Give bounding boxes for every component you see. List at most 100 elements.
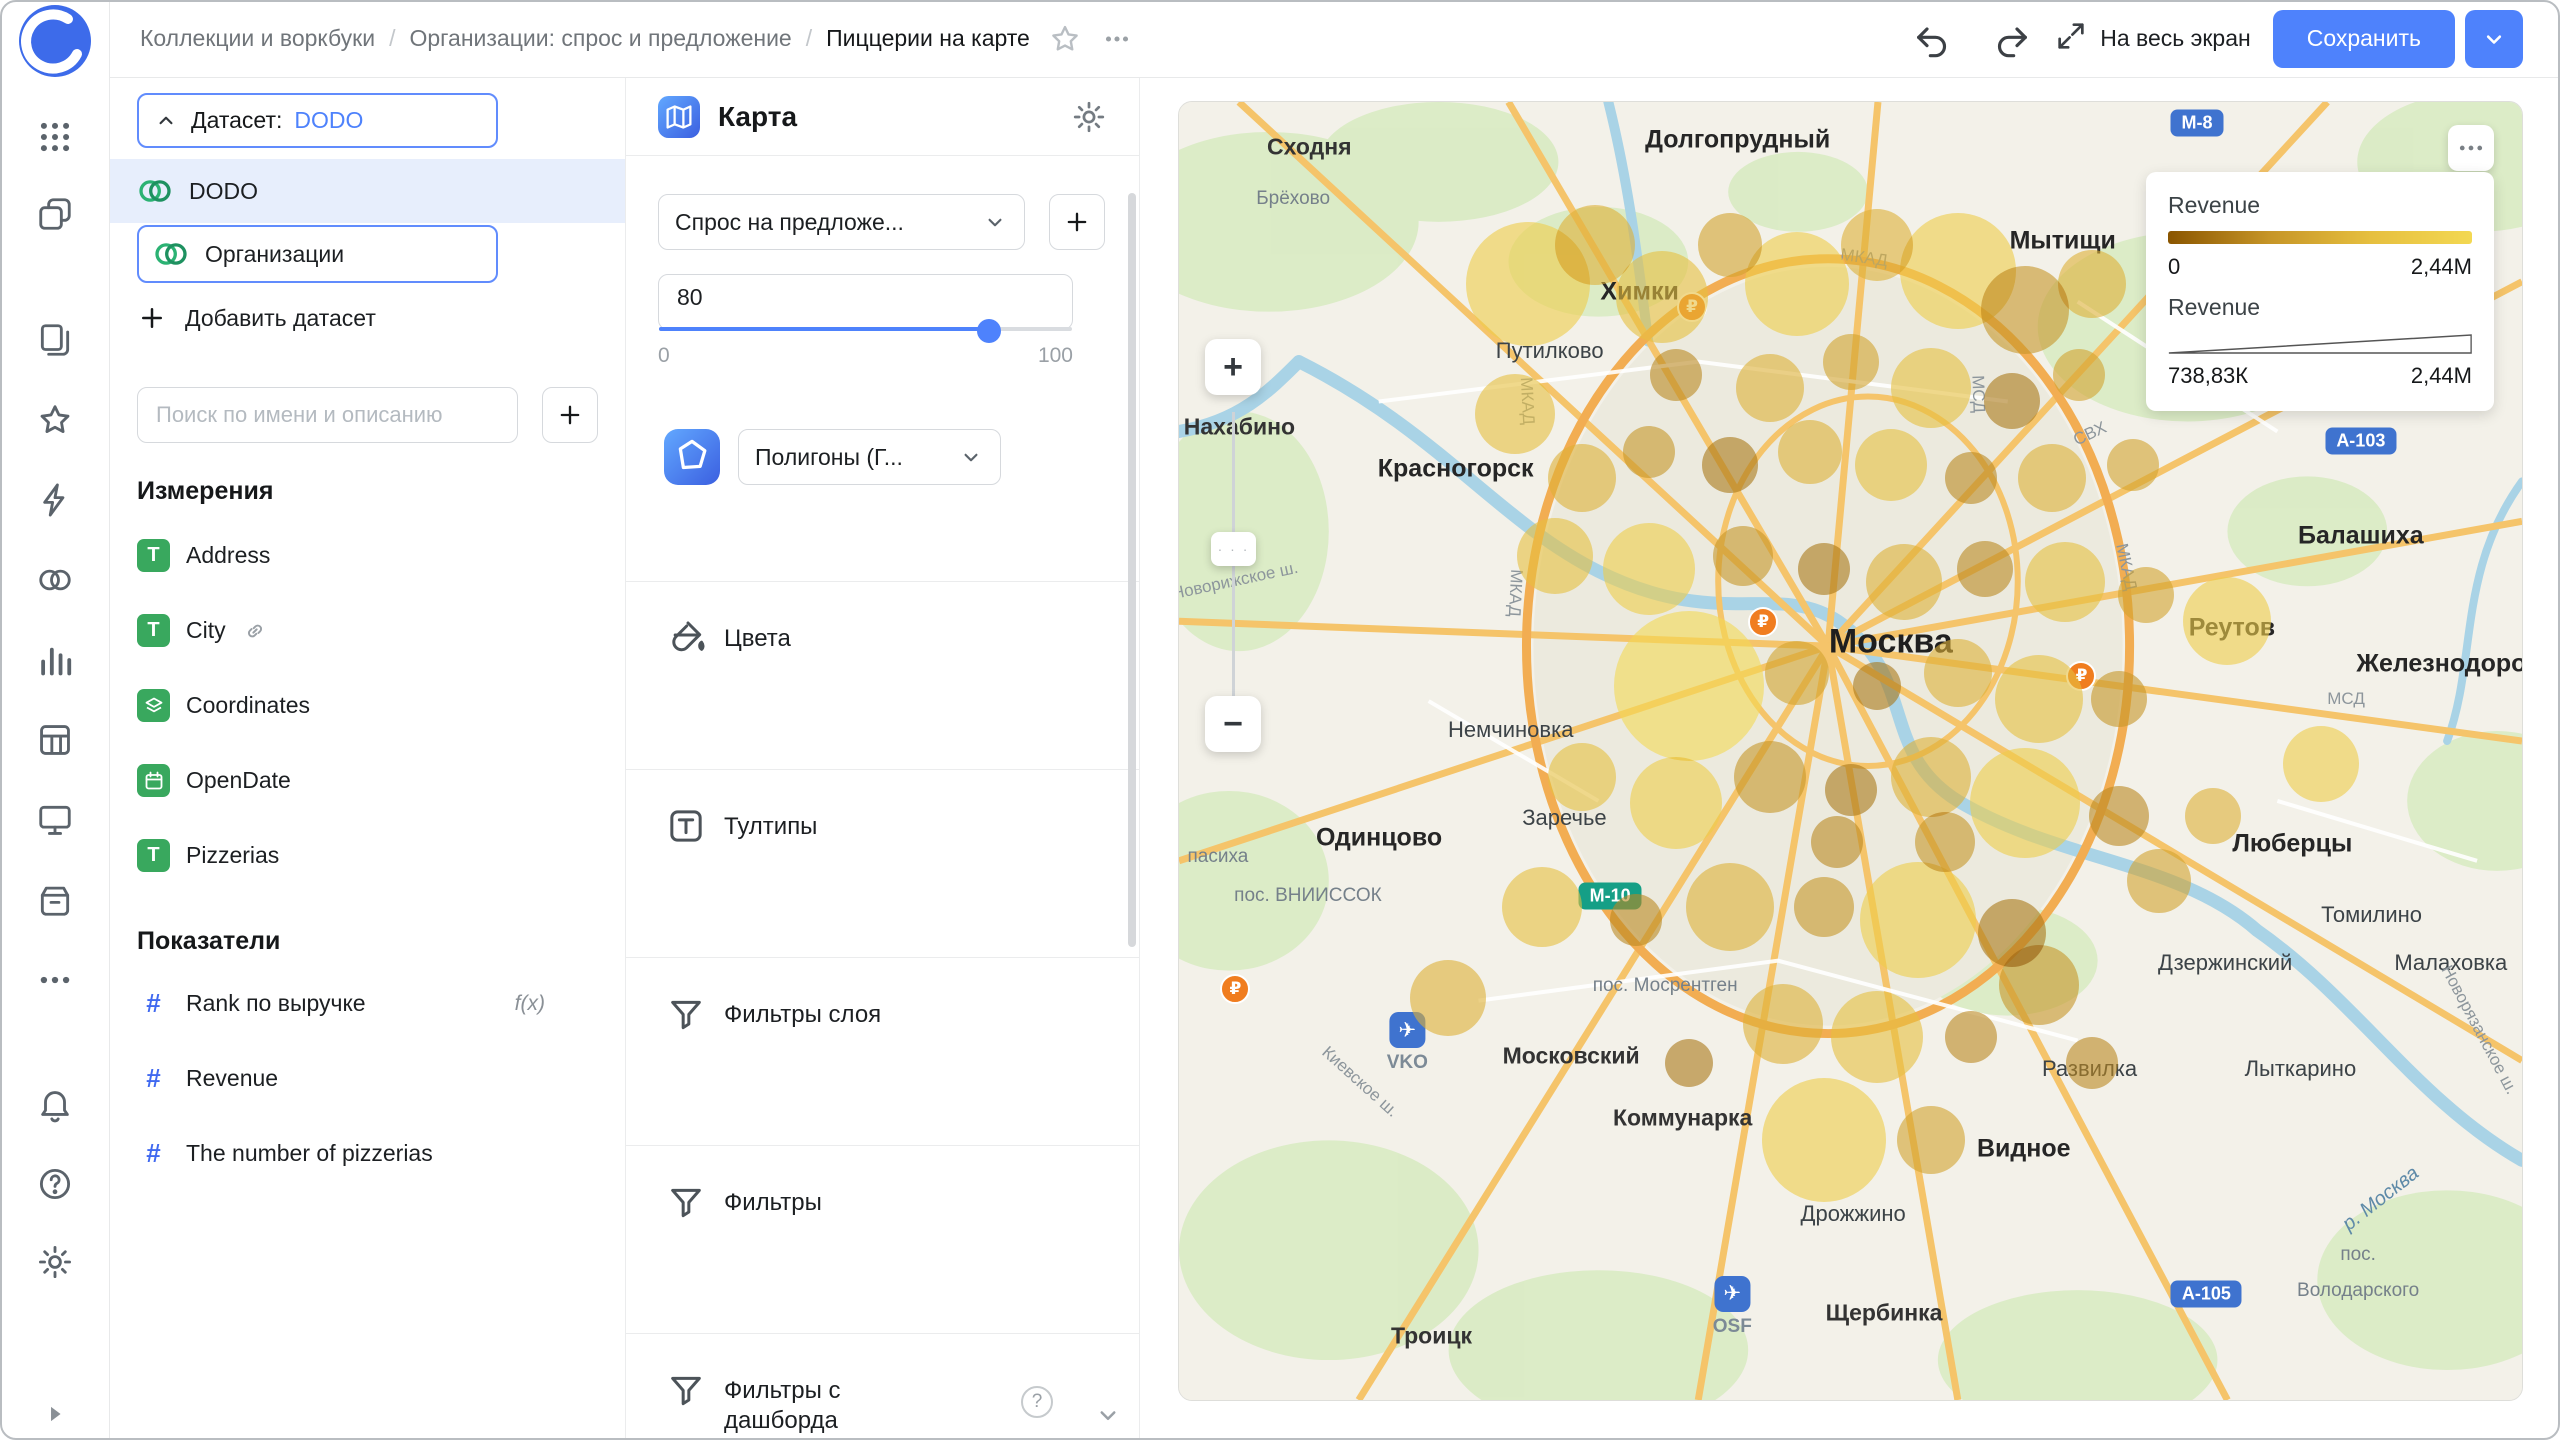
revenue-bubble[interactable] [1623,426,1675,478]
revenue-bubble[interactable] [1517,518,1593,594]
dataset-item-organizations[interactable]: Организации [137,225,498,283]
revenue-bubble[interactable] [1743,984,1823,1064]
revenue-bubble[interactable] [1794,877,1854,937]
revenue-bubble[interactable] [2066,1037,2118,1089]
breadcrumb-collections[interactable]: Коллекции и воркбуки [140,25,375,52]
zoom-slider-handle[interactable]: · · · [1211,532,1256,566]
revenue-bubble[interactable] [1984,373,2040,429]
revenue-bubble[interactable] [2058,250,2126,318]
chart-settings-gear-icon[interactable] [1071,99,1107,135]
revenue-bubble[interactable] [1502,867,1582,947]
revenue-bubble[interactable] [1970,748,2080,858]
datasets-icon[interactable] [33,558,77,602]
revenue-bubble[interactable] [1981,266,2069,354]
dataset-item-dodo[interactable]: DODO [110,159,625,223]
revenue-bubble[interactable] [1823,334,1879,390]
revenue-bubble[interactable] [1897,1106,1965,1174]
revenue-bubble[interactable] [2183,577,2271,665]
settings-gear-icon[interactable] [33,1240,77,1284]
revenue-bubble[interactable] [1866,544,1942,620]
revenue-bubble[interactable] [1745,232,1849,336]
collapse-arrow-icon[interactable] [33,1392,77,1436]
revenue-bubble[interactable] [1548,743,1616,811]
revenue-bubble[interactable] [1778,420,1842,484]
revenue-bubble[interactable] [1945,452,1997,504]
field-pizzerias[interactable]: T Pizzerias [110,818,625,893]
fullscreen-button[interactable]: На весь экран [2054,19,2251,59]
collections-icon[interactable] [33,192,77,236]
revenue-bubble[interactable] [1811,816,1863,868]
field-search-input[interactable] [137,387,518,443]
favorites-star-icon[interactable] [33,398,77,442]
revenue-bubble[interactable] [1995,655,2083,743]
revenue-bubble[interactable] [1713,526,1773,586]
add-field-button[interactable] [542,387,598,443]
revenue-bubble[interactable] [1762,1078,1886,1202]
section-layer-filters[interactable]: Фильтры слоя [626,957,1139,1145]
revenue-bubble[interactable] [1686,863,1774,951]
revenue-bubble[interactable] [1924,639,1992,707]
revenue-bubble[interactable] [1831,991,1923,1083]
revenue-bubble[interactable] [1614,611,1764,761]
revenue-bubble[interactable] [2025,542,2105,622]
revenue-bubble[interactable] [1891,348,1971,428]
notifications-bell-icon[interactable] [33,1082,77,1126]
field-number-of-pizzerias[interactable]: # The number of pizzerias [110,1116,625,1191]
layer-select[interactable]: Спрос на предложе... [658,194,1025,250]
zoom-in-button[interactable]: + [1205,339,1261,395]
revenue-bubble[interactable] [2185,788,2241,844]
revenue-bubble[interactable] [1915,812,1975,872]
revenue-bubble[interactable] [2091,671,2147,727]
breadcrumb-workbook[interactable]: Организации: спрос и предложение [409,25,791,52]
dataset-selector[interactable]: Датасет: DODO [137,93,498,148]
section-help-icon[interactable]: ? [1021,1386,1053,1418]
map-canvas[interactable]: СходняБрёховоДолгопрудныйМытищиХимкиПути… [1178,101,2523,1401]
section-dashboard-filters[interactable]: Фильтры с дашборда ? [626,1333,1139,1440]
revenue-bubble[interactable] [1548,444,1616,512]
revenue-bubble[interactable] [2053,349,2105,401]
field-coordinates[interactable]: Coordinates [110,668,625,743]
field-revenue[interactable]: # Revenue [110,1041,625,1116]
revenue-bubble[interactable] [1665,1039,1713,1087]
quick-actions-lightning-icon[interactable] [33,478,77,522]
field-city[interactable]: T City [110,593,625,668]
save-options-caret-button[interactable] [2465,10,2523,68]
apps-grid-icon[interactable] [33,115,77,159]
revenue-bubble[interactable] [1603,523,1695,615]
revenue-bubble[interactable] [1798,543,1850,595]
revenue-bubble[interactable] [1957,541,2013,597]
opacity-slider[interactable] [659,327,1072,331]
add-layer-button[interactable] [1049,194,1105,250]
geotype-select[interactable]: Полигоны (Г... [738,429,1001,485]
favorite-star-icon[interactable] [1048,22,1082,56]
revenue-bubble[interactable] [1891,737,1971,817]
section-colors[interactable]: Цвета [626,581,1139,769]
more-icon[interactable] [33,958,77,1002]
revenue-bubble[interactable] [2018,444,2086,512]
opacity-slider-thumb[interactable] [977,319,1001,343]
revenue-bubble[interactable] [1855,429,1927,501]
redo-icon[interactable] [1992,19,2032,59]
revenue-bubble[interactable] [2118,567,2174,623]
revenue-bubble[interactable] [1860,862,1976,978]
revenue-bubble[interactable] [1765,641,1829,705]
revenue-bubble[interactable] [2107,439,2159,491]
breadcrumb-more-icon[interactable] [1100,22,1134,56]
section-filters[interactable]: Фильтры [626,1145,1139,1333]
map-more-button[interactable] [2448,125,2494,171]
save-button[interactable]: Сохранить [2273,10,2455,68]
section-tooltips[interactable]: Тултипы [626,769,1139,957]
help-icon[interactable] [33,1162,77,1206]
charts-icon[interactable] [33,638,77,682]
zoom-out-button[interactable]: − [1205,696,1261,752]
editor-table-icon[interactable] [33,718,77,762]
revenue-bubble[interactable] [1702,437,1758,493]
revenue-bubble[interactable] [1853,662,1901,710]
revenue-bubble[interactable] [1650,349,1702,401]
undo-icon[interactable] [1912,19,1952,59]
revenue-bubble[interactable] [1736,354,1804,422]
revenue-bubble[interactable] [1475,374,1555,454]
dashboards-monitor-icon[interactable] [33,798,77,842]
workbooks-icon[interactable] [33,318,77,362]
revenue-bubble[interactable] [1630,757,1722,849]
